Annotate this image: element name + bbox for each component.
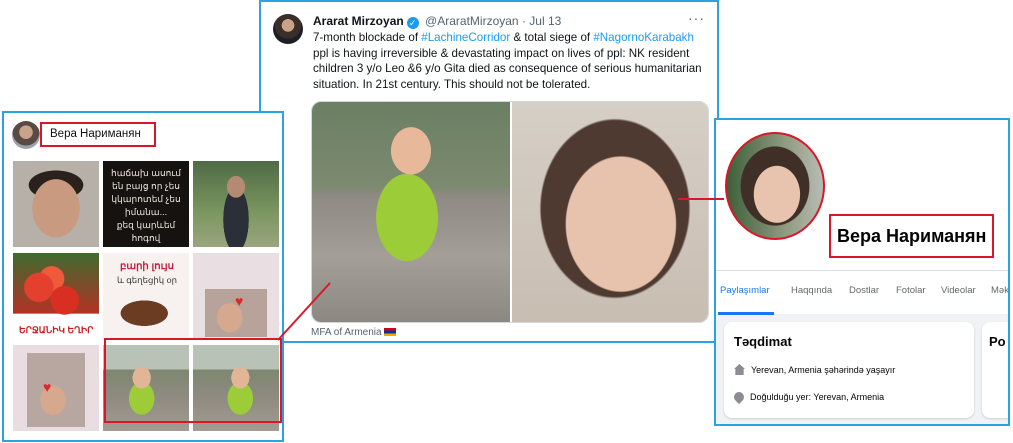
photo-girl-gita[interactable] — [512, 102, 708, 322]
tweet-date[interactable]: Jul 13 — [529, 14, 561, 28]
verified-badge-icon: ✓ — [406, 17, 419, 29]
heart-icon: ♥ — [235, 293, 244, 309]
quote-line: կկարոտեմ չես — [111, 194, 181, 204]
tweet-header: Ararat Mirzoyan ✓ @AraratMirzoyan · Jul 1… — [313, 14, 561, 29]
media-caption: MFA of Armenia — [311, 327, 396, 338]
grid-photo-framed-mother-child[interactable]: ♥ — [193, 253, 279, 339]
tweet-author-handle[interactable]: @AraratMirzoyan — [425, 14, 519, 28]
grid-photo-quote[interactable]: հաճախ ասում են բայց որ չես կկարոտեմ չես … — [103, 161, 189, 247]
heart-icon: ♥ — [43, 379, 52, 395]
hashtag-lachine-corridor[interactable]: #LachineCorridor — [421, 31, 510, 44]
greeting-subtitle: և գեղեցիկ օր — [116, 275, 178, 285]
more-options-icon[interactable]: ··· — [688, 10, 705, 26]
grid-photo-man-selfie[interactable] — [13, 161, 99, 247]
tweet-text: 7-month blockade of #LachineCorridor & t… — [313, 30, 711, 92]
grid-photo-man-standing[interactable] — [193, 161, 279, 247]
tweet-text-part-1: 7-month blockade of — [313, 31, 422, 44]
grid-photo-framed-child[interactable]: ♥ — [13, 345, 99, 431]
facebook-profile-avatar[interactable] — [725, 132, 825, 240]
screenshot-composite: Ararat Mirzoyan ✓ @AraratMirzoyan · Jul 1… — [0, 0, 1013, 443]
tab-more[interactable]: Mək — [991, 285, 1008, 296]
tweet-card[interactable]: Ararat Mirzoyan ✓ @AraratMirzoyan · Jul 1… — [259, 0, 719, 343]
highlight-box-boy-photos — [104, 338, 282, 423]
facebook-profile-tabs: Paylaşımlar Haqqında Dostlar Fotolar Vid… — [716, 270, 1008, 315]
media-caption-text: MFA of Armenia — [311, 327, 382, 338]
facebook-profile-header: Вера Нариманян — [716, 120, 1008, 270]
tweet-text-part-2: & total siege of — [510, 31, 594, 44]
location-pin-icon — [731, 389, 747, 405]
tweet-media[interactable] — [311, 101, 709, 323]
current-city-text[interactable]: Yerevan, Armenia şəhərində yaşayır — [751, 365, 895, 375]
profile-name[interactable]: Вера Нариманян — [50, 128, 141, 140]
profile-name-highlight: Вера Нариманян — [40, 122, 156, 147]
quote-line: հաճախ ասում — [110, 168, 181, 178]
facebook-profile-name: Вера Нариманян — [829, 214, 995, 258]
quote-line: իմանա... — [124, 207, 168, 217]
hashtag-nagorno-karabakh[interactable]: #NagornoKarabakh — [593, 31, 694, 44]
tweet-separator: · — [521, 14, 526, 28]
grid-photo-roses[interactable]: ԵՐՋԱՆԻԿ ԵՂԻՐ — [13, 253, 99, 339]
tweet-author-name[interactable]: Ararat Mirzoyan — [313, 14, 404, 28]
birthplace-row: Doğulduğu yer: Yerevan, Armenia — [731, 389, 884, 405]
tweet-text-part-3: ppl is having irreversible & devastating… — [313, 46, 702, 91]
side-card-title: Po — [989, 334, 1006, 349]
tab-about[interactable]: Haqqında — [791, 285, 832, 296]
grid-photo-coffee-greeting[interactable]: բարի լույս և գեղեցիկ օր — [103, 253, 189, 339]
quote-line: են բայց որ չես — [112, 181, 180, 191]
armenia-flag-icon — [383, 328, 396, 336]
greeting-title: բարի լույս — [120, 261, 174, 272]
intro-title: Təqdimat — [734, 334, 792, 349]
photo-boy-leo[interactable] — [312, 102, 510, 322]
tab-photos[interactable]: Fotolar — [896, 285, 926, 296]
roses-caption: ԵՐՋԱՆԻԿ ԵՂԻՐ — [17, 325, 96, 336]
birthplace-label: Doğulduğu yer: — [750, 392, 814, 402]
profile-photo-grid-panel: Вера Нариманян հաճախ ասում են բայց որ չե… — [2, 111, 284, 442]
tab-posts[interactable]: Paylaşımlar — [720, 285, 770, 296]
facebook-profile-panel: Вера Нариманян Paylaşımlar Haqqında Dost… — [714, 118, 1010, 426]
quote-line: քեզ կարևեմ հոգով — [116, 220, 176, 243]
home-icon — [734, 364, 745, 375]
intro-card: Təqdimat Yerevan, Armenia şəhərində yaşa… — [724, 322, 974, 418]
tab-videos[interactable]: Videolar — [941, 285, 976, 296]
birthplace-value[interactable]: Yerevan, Armenia — [813, 392, 884, 402]
photo-frame — [27, 353, 85, 427]
tweet-author-avatar[interactable] — [273, 14, 303, 44]
current-city-row: Yerevan, Armenia şəhərində yaşayır — [734, 364, 895, 375]
tab-friends[interactable]: Dostlar — [849, 285, 879, 296]
active-tab-indicator — [718, 312, 774, 315]
side-card: Po — [982, 322, 1008, 418]
profile-avatar[interactable] — [12, 121, 40, 149]
